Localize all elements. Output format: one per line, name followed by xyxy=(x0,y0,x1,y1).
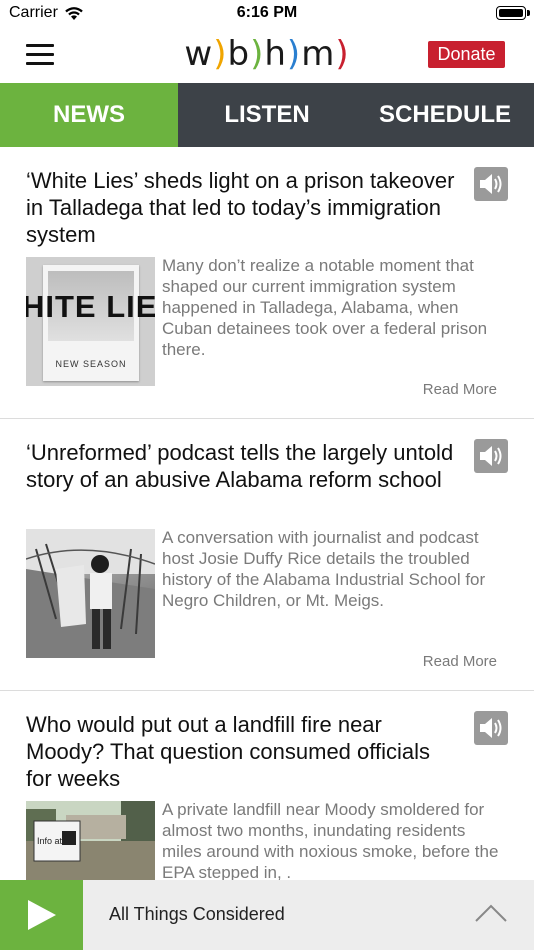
tab-schedule[interactable]: SCHEDULE xyxy=(356,83,534,147)
app-header: w)b)h)m) Donate xyxy=(0,28,534,83)
status-bar: Carrier 6:16 PM xyxy=(0,0,534,28)
thumb-headline-text: HITE LIE xyxy=(26,289,155,324)
read-more-link[interactable]: Read More xyxy=(423,653,497,670)
logo-letter-b: b xyxy=(227,34,251,74)
logo-letter-w: w xyxy=(184,34,214,74)
speaker-icon[interactable] xyxy=(474,711,508,745)
play-button[interactable] xyxy=(0,880,83,950)
article-title[interactable]: Who would put out a landfill fire near M… xyxy=(26,711,456,792)
article-thumbnail[interactable]: HITE LIE NEW SEASON xyxy=(26,257,155,386)
article-thumbnail[interactable]: Info at xyxy=(26,801,155,880)
article-item[interactable]: Who would put out a landfill fire near M… xyxy=(0,691,534,880)
section-tabs: NEWS LISTEN SCHEDULE xyxy=(0,83,534,147)
speaker-icon[interactable] xyxy=(474,167,508,201)
audio-player-bar: All Things Considered xyxy=(0,880,534,950)
battery-icon xyxy=(496,6,530,20)
article-title[interactable]: ‘White Lies’ sheds light on a prison tak… xyxy=(26,167,456,248)
article-thumbnail[interactable] xyxy=(26,529,155,658)
article-summary: A private landfill near Moody smoldered … xyxy=(162,800,499,880)
read-more-link[interactable]: Read More xyxy=(423,381,497,398)
article-item[interactable]: ‘Unreformed’ podcast tells the largely u… xyxy=(0,419,534,691)
donate-button[interactable]: Donate xyxy=(428,41,505,68)
tab-listen[interactable]: LISTEN xyxy=(178,83,356,147)
logo-letter-h: h xyxy=(264,34,287,74)
play-icon xyxy=(28,900,56,930)
article-title[interactable]: ‘Unreformed’ podcast tells the largely u… xyxy=(26,439,456,493)
thumb-sign-text: Info at xyxy=(37,836,63,846)
status-time: 6:16 PM xyxy=(236,4,298,21)
article-summary: A conversation with journalist and podca… xyxy=(162,528,486,610)
logo-letter-m: m xyxy=(301,34,336,74)
news-feed[interactable]: ‘White Lies’ sheds light on a prison tak… xyxy=(0,147,534,880)
tab-news[interactable]: NEWS xyxy=(0,83,178,147)
thumb-caption-text: NEW SEASON xyxy=(55,359,127,369)
article-summary: Many don’t realize a notable moment that… xyxy=(162,256,488,359)
now-playing-title: All Things Considered xyxy=(109,904,285,924)
chevron-up-icon[interactable] xyxy=(474,902,508,924)
article-item[interactable]: ‘White Lies’ sheds light on a prison tak… xyxy=(0,147,534,419)
speaker-icon[interactable] xyxy=(474,439,508,473)
